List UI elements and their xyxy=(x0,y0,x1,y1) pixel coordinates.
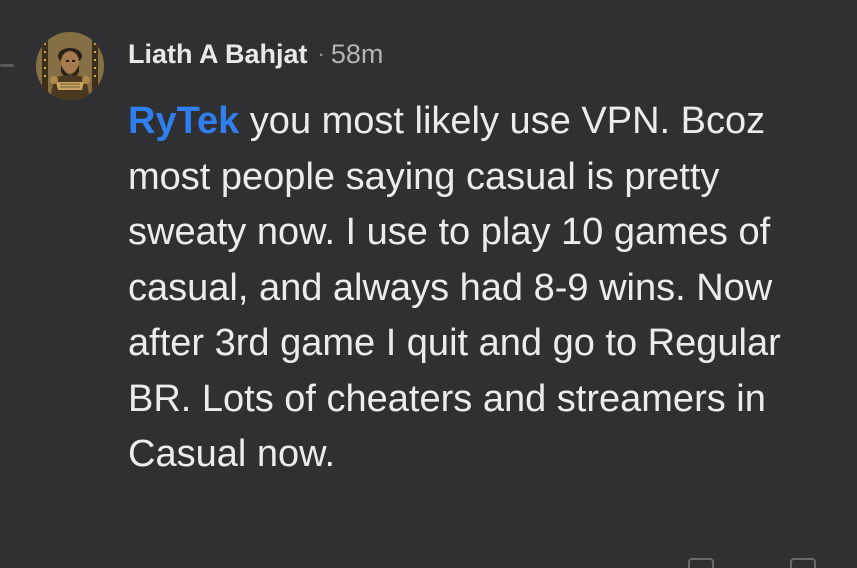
avatar-portrait-icon xyxy=(36,32,104,100)
comment-view: Liath A Bahjat · 58m RyTek you most like… xyxy=(0,0,857,568)
user-mention[interactable]: RyTek xyxy=(128,100,239,142)
comment-header: Liath A Bahjat · 58m xyxy=(128,34,383,74)
user-avatar[interactable] xyxy=(36,32,104,100)
comment-body: RyTek you most likely use VPN. Bcoz most… xyxy=(128,94,840,483)
comment-text: you most likely use VPN. Bcoz most peopl… xyxy=(128,100,781,475)
comment-timestamp: 58m xyxy=(330,38,384,69)
comment-action-hint-icon[interactable] xyxy=(688,558,714,568)
comment-action-hint-icon[interactable] xyxy=(790,558,816,568)
thread-connector-line xyxy=(0,64,14,67)
author-name[interactable]: Liath A Bahjat xyxy=(128,39,308,70)
header-separator: · xyxy=(317,41,325,66)
